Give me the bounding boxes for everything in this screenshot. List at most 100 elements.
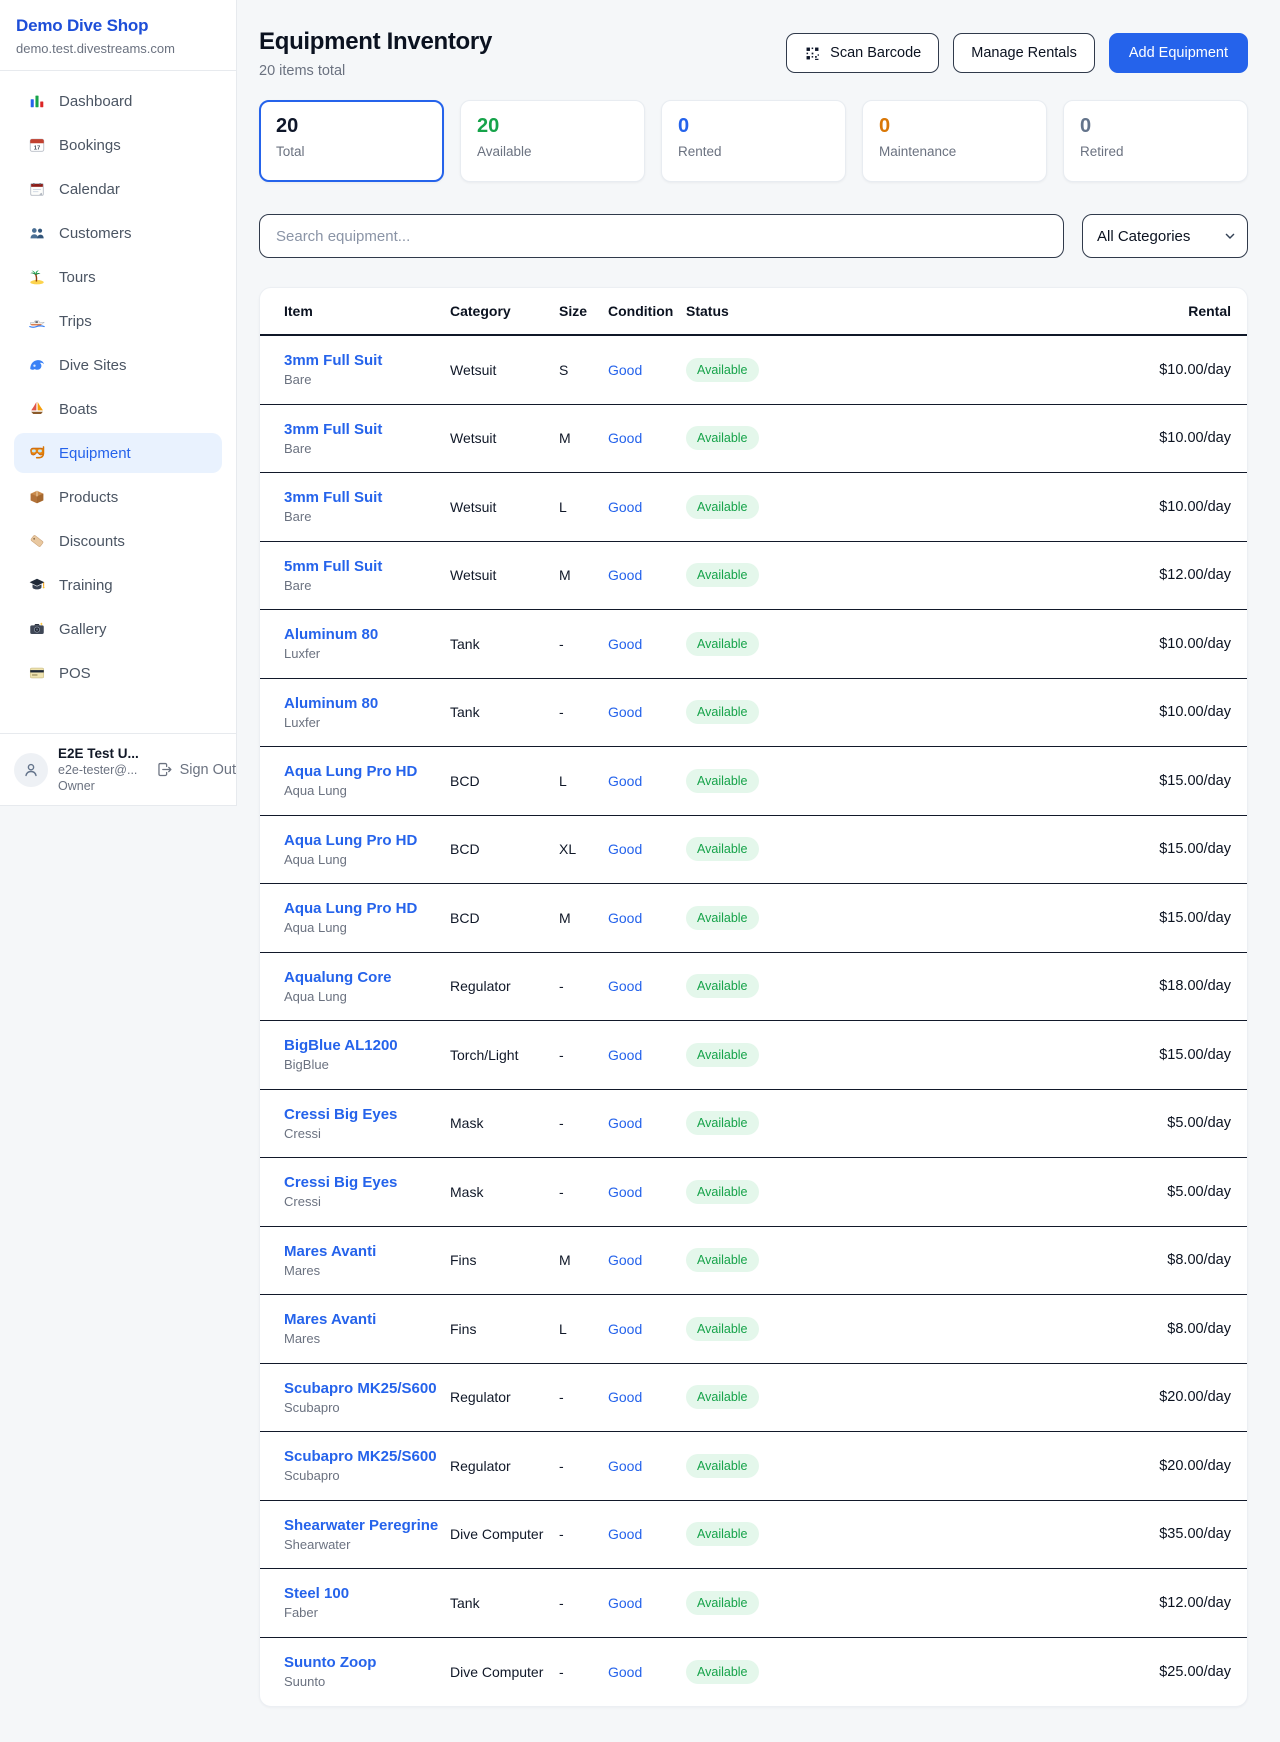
scan-barcode-button[interactable]: Scan Barcode — [786, 33, 939, 73]
sidebar-item-customers[interactable]: Customers — [14, 213, 222, 253]
equipment-item-link[interactable]: 5mm Full Suit — [284, 558, 450, 575]
equipment-item-link[interactable]: BigBlue AL1200 — [284, 1037, 450, 1054]
condition-link[interactable]: Good — [608, 910, 686, 926]
rental-cell: $20.00/day — [836, 1389, 1231, 1405]
stat-card-retired[interactable]: 0 Retired — [1063, 100, 1248, 182]
condition-link[interactable]: Good — [608, 773, 686, 789]
equipment-item-link[interactable]: Steel 100 — [284, 1585, 450, 1602]
condition-link[interactable]: Good — [608, 1389, 686, 1405]
condition-link[interactable]: Good — [608, 1321, 686, 1337]
sign-out-button[interactable]: Sign Out — [156, 761, 236, 778]
equipment-item-link[interactable]: Cressi Big Eyes — [284, 1174, 450, 1191]
search-input[interactable] — [259, 214, 1064, 258]
rental-cell: $20.00/day — [836, 1458, 1231, 1474]
equipment-item-brand: Faber — [284, 1605, 450, 1620]
condition-link[interactable]: Good — [608, 1458, 686, 1474]
sidebar-item-label: Trips — [59, 313, 92, 330]
condition-link[interactable]: Good — [608, 430, 686, 446]
sidebar-item-training[interactable]: Training — [14, 565, 222, 605]
stat-card-maintenance[interactable]: 0 Maintenance — [862, 100, 1047, 182]
table-row: Aqua Lung Pro HD Aqua Lung BCD L Good Av… — [260, 747, 1247, 816]
sidebar-item-bookings[interactable]: Bookings — [14, 125, 222, 165]
table-row: Aqua Lung Pro HD Aqua Lung BCD XL Good A… — [260, 816, 1247, 885]
equipment-item-link[interactable]: Aluminum 80 — [284, 626, 450, 643]
person-icon — [21, 760, 41, 780]
equipment-item-link[interactable]: Aqualung Core — [284, 969, 450, 986]
category-cell: Mask — [450, 1184, 559, 1200]
wave-icon — [28, 356, 46, 374]
stat-card-total[interactable]: 20 Total — [259, 100, 444, 182]
condition-link[interactable]: Good — [608, 636, 686, 652]
category-select[interactable]: All Categories — [1082, 214, 1248, 258]
rental-cell: $18.00/day — [836, 978, 1231, 994]
size-cell: - — [559, 1595, 608, 1611]
diving-mask-icon — [28, 444, 46, 462]
condition-link[interactable]: Good — [608, 1115, 686, 1131]
equipment-item-link[interactable]: Aluminum 80 — [284, 695, 450, 712]
equipment-item-link[interactable]: Aqua Lung Pro HD — [284, 900, 450, 917]
condition-link[interactable]: Good — [608, 1252, 686, 1268]
equipment-item-link[interactable]: Scubapro MK25/S600 — [284, 1380, 450, 1397]
sidebar-item-products[interactable]: Products — [14, 477, 222, 517]
category-cell: Wetsuit — [450, 499, 559, 515]
condition-link[interactable]: Good — [608, 1184, 686, 1200]
status-badge: Available — [686, 1522, 759, 1546]
condition-link[interactable]: Good — [608, 1595, 686, 1611]
sidebar-item-calendar[interactable]: Calendar — [14, 169, 222, 209]
add-equipment-button[interactable]: Add Equipment — [1109, 33, 1248, 73]
equipment-item-link[interactable]: Mares Avanti — [284, 1311, 450, 1328]
filters-row: All Categories — [259, 214, 1248, 258]
manage-rentals-button[interactable]: Manage Rentals — [953, 33, 1095, 73]
condition-link[interactable]: Good — [608, 1526, 686, 1542]
equipment-item-link[interactable]: Cressi Big Eyes — [284, 1106, 450, 1123]
status-badge: Available — [686, 1248, 759, 1272]
stat-card-rented[interactable]: 0 Rented — [661, 100, 846, 182]
status-badge: Available — [686, 1591, 759, 1615]
table-row: BigBlue AL1200 BigBlue Torch/Light - Goo… — [260, 1021, 1247, 1090]
sidebar-item-equipment[interactable]: Equipment — [14, 433, 222, 473]
condition-link[interactable]: Good — [608, 978, 686, 994]
stat-value: 0 — [879, 115, 1030, 138]
equipment-item-link[interactable]: Aqua Lung Pro HD — [284, 832, 450, 849]
sidebar-item-label: Products — [59, 489, 118, 506]
stat-label: Total — [276, 144, 427, 159]
sidebar-item-dive-sites[interactable]: Dive Sites — [14, 345, 222, 385]
equipment-item-link[interactable]: Scubapro MK25/S600 — [284, 1448, 450, 1465]
sidebar-item-boats[interactable]: Boats — [14, 389, 222, 429]
brand[interactable]: Demo Dive Shop demo.test.divestreams.com — [0, 0, 236, 71]
condition-link[interactable]: Good — [608, 1664, 686, 1680]
status-badge: Available — [686, 1111, 759, 1135]
condition-link[interactable]: Good — [608, 1047, 686, 1063]
category-cell: Mask — [450, 1115, 559, 1131]
size-cell: M — [559, 910, 608, 926]
equipment-item-brand: Luxfer — [284, 646, 450, 661]
sidebar-item-pos[interactable]: POS — [14, 653, 222, 693]
equipment-item-link[interactable]: Mares Avanti — [284, 1243, 450, 1260]
condition-link[interactable]: Good — [608, 499, 686, 515]
logout-icon — [156, 761, 173, 778]
condition-link[interactable]: Good — [608, 567, 686, 583]
equipment-item-link[interactable]: 3mm Full Suit — [284, 421, 450, 438]
sidebar-item-tours[interactable]: Tours — [14, 257, 222, 297]
status-badge: Available — [686, 1043, 759, 1067]
condition-link[interactable]: Good — [608, 704, 686, 720]
equipment-item-link[interactable]: 3mm Full Suit — [284, 489, 450, 506]
sidebar-item-discounts[interactable]: Discounts — [14, 521, 222, 561]
size-cell: - — [559, 1115, 608, 1131]
sidebar-item-trips[interactable]: Trips — [14, 301, 222, 341]
table-body: 3mm Full Suit Bare Wetsuit S Good Availa… — [260, 336, 1247, 1706]
sidebar-item-gallery[interactable]: Gallery — [14, 609, 222, 649]
equipment-item-link[interactable]: Aqua Lung Pro HD — [284, 763, 450, 780]
condition-link[interactable]: Good — [608, 841, 686, 857]
avatar — [14, 753, 48, 787]
equipment-item-link[interactable]: Suunto Zoop — [284, 1654, 450, 1671]
condition-link[interactable]: Good — [608, 362, 686, 378]
size-cell: M — [559, 1252, 608, 1268]
size-cell: - — [559, 704, 608, 720]
sidebar-item-dashboard[interactable]: Dashboard — [14, 81, 222, 121]
stat-card-available[interactable]: 20 Available — [460, 100, 645, 182]
equipment-item-brand: Mares — [284, 1331, 450, 1346]
equipment-item-link[interactable]: Shearwater Peregrine — [284, 1517, 450, 1534]
equipment-item-link[interactable]: 3mm Full Suit — [284, 352, 450, 369]
equipment-item-brand: Shearwater — [284, 1537, 450, 1552]
